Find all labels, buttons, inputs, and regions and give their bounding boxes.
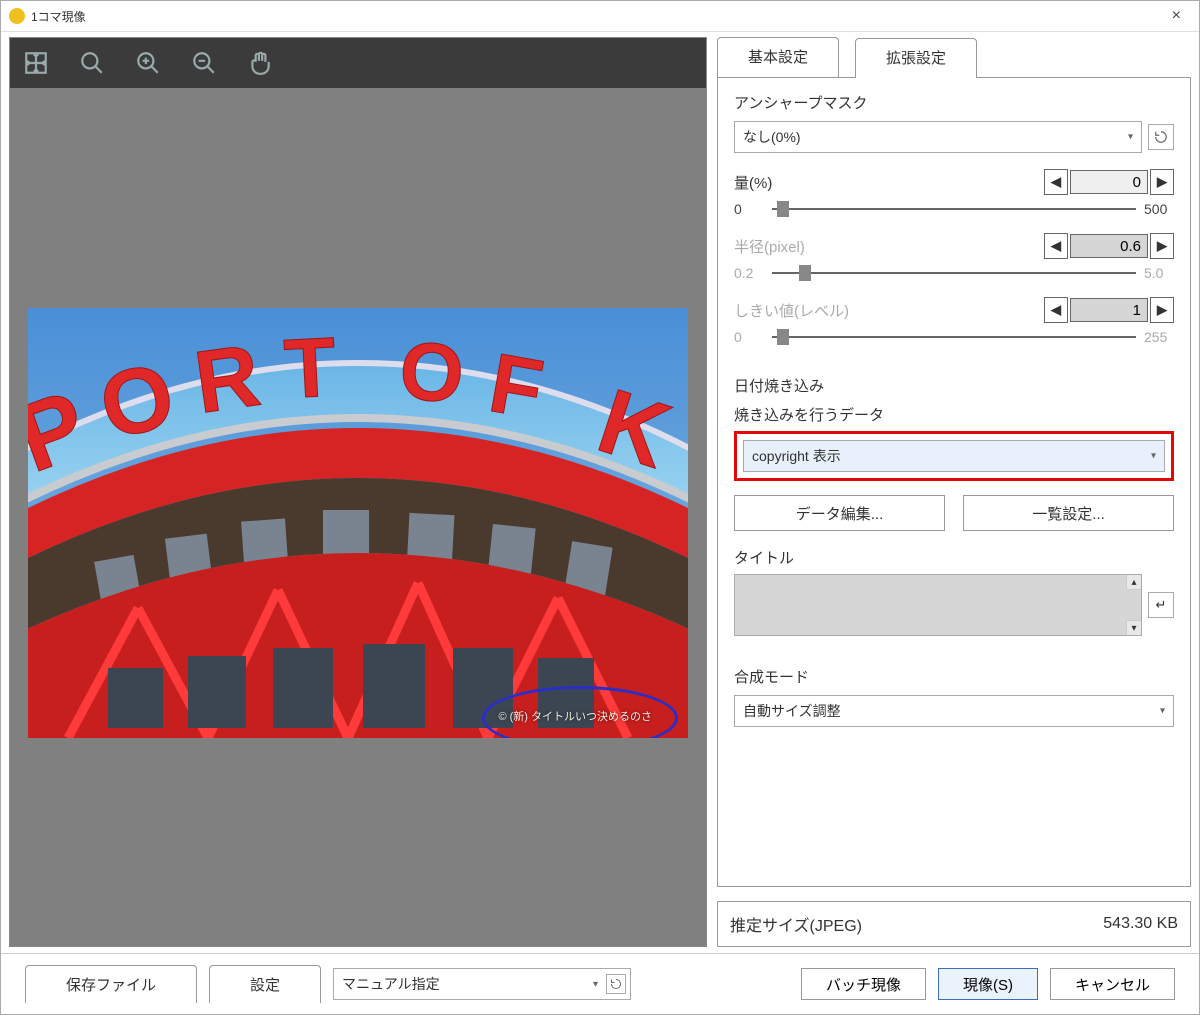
preview-pane: P O R T O F K © (新) タイトルいつ決めるのさ: [9, 37, 707, 947]
threshold-slider[interactable]: [772, 329, 1136, 345]
burnin-dropdown-highlight: copyright 表示 ▾: [734, 431, 1174, 481]
burnin-data-dropdown[interactable]: copyright 表示 ▾: [743, 440, 1165, 472]
radius-inc[interactable]: ▶: [1150, 233, 1174, 259]
amount-min: 0: [734, 201, 764, 217]
estimate-label: 推定サイズ(JPEG): [730, 912, 862, 936]
amount-max: 500: [1144, 201, 1174, 217]
composite-label: 合成モード: [734, 666, 1174, 687]
data-edit-button[interactable]: データ編集...: [734, 495, 945, 531]
preview-viewport[interactable]: P O R T O F K © (新) タイトルいつ決めるのさ: [10, 88, 706, 946]
zoom-out-icon[interactable]: [190, 49, 218, 77]
copyright-overlay: © (新) タイトルいつ決めるのさ: [498, 708, 652, 724]
radius-label: 半径(pixel): [734, 236, 944, 257]
zoom-icon[interactable]: [78, 49, 106, 77]
app-icon: [9, 8, 25, 24]
chevron-down-icon: ▾: [593, 979, 598, 990]
amount-inc[interactable]: ▶: [1150, 169, 1174, 195]
burnin-title-label: タイトル: [734, 547, 1174, 568]
estimate-value: 543.30 KB: [1103, 915, 1178, 933]
burnin-data-label: 焼き込みを行うデータ: [734, 404, 1174, 425]
list-settings-button[interactable]: 一覧設定...: [963, 495, 1174, 531]
manual-reset-button[interactable]: [606, 974, 626, 994]
develop-button[interactable]: 現像(S): [938, 968, 1038, 1000]
amount-label: 量(%): [734, 172, 944, 193]
threshold-input[interactable]: [1070, 298, 1148, 322]
radius-input[interactable]: [1070, 234, 1148, 258]
titlebar: 1コマ現像 ×: [1, 1, 1199, 32]
chevron-down-icon: ▾: [1128, 132, 1133, 143]
preview-image: P O R T O F K © (新) タイトルいつ決めるのさ: [28, 308, 688, 738]
threshold-inc[interactable]: ▶: [1150, 297, 1174, 323]
radius-slider[interactable]: [772, 265, 1136, 281]
unsharp-preset-dropdown[interactable]: なし(0%) ▾: [734, 121, 1142, 153]
amount-dec[interactable]: ◀: [1044, 169, 1068, 195]
settings-tab[interactable]: 設定: [209, 965, 321, 1003]
scroll-up-icon[interactable]: ▴: [1126, 575, 1141, 590]
fit-icon[interactable]: [22, 49, 50, 77]
tab-advanced[interactable]: 拡張設定: [855, 38, 977, 78]
estimate-row: 推定サイズ(JPEG) 543.30 KB: [717, 901, 1191, 947]
batch-button[interactable]: バッチ現像: [801, 968, 926, 1000]
burnin-data-value: copyright 表示: [752, 446, 841, 466]
bottom-bar: 保存ファイル 設定 マニュアル指定 ▾ バッチ現像 現像(S) キャンセル: [1, 953, 1199, 1014]
pan-icon[interactable]: [246, 49, 274, 77]
radius-max: 5.0: [1144, 265, 1174, 281]
svg-text:O: O: [397, 325, 467, 420]
save-file-tab[interactable]: 保存ファイル: [25, 965, 197, 1003]
preview-toolbar: [10, 38, 706, 88]
unsharp-preset-value: なし(0%): [743, 127, 801, 147]
composite-dropdown[interactable]: 自動サイズ調整 ▾: [734, 695, 1174, 727]
svg-text:T: T: [282, 319, 338, 416]
close-button[interactable]: ×: [1162, 7, 1191, 25]
app-window: 1コマ現像 ×: [0, 0, 1200, 1015]
radius-min: 0.2: [734, 265, 764, 281]
chevron-down-icon: ▾: [1151, 451, 1156, 462]
cancel-button[interactable]: キャンセル: [1050, 968, 1175, 1000]
zoom-in-icon[interactable]: [134, 49, 162, 77]
manual-dropdown[interactable]: マニュアル指定 ▾: [333, 968, 631, 1000]
burnin-group-title: 日付焼き込み: [734, 375, 1174, 396]
right-panel: 基本設定 拡張設定 アンシャープマスク なし(0%) ▾: [717, 37, 1191, 947]
amount-slider[interactable]: [772, 201, 1136, 217]
unsharp-group-title: アンシャープマスク: [734, 92, 1174, 113]
threshold-min: 0: [734, 329, 764, 345]
threshold-label: しきい値(レベル): [734, 300, 944, 321]
tab-basic[interactable]: 基本設定: [717, 37, 839, 77]
threshold-dec[interactable]: ◀: [1044, 297, 1068, 323]
manual-value: マニュアル指定: [342, 974, 440, 994]
threshold-max: 255: [1144, 329, 1174, 345]
composite-value: 自動サイズ調整: [743, 701, 841, 721]
amount-input[interactable]: [1070, 170, 1148, 194]
window-title: 1コマ現像: [31, 8, 86, 25]
unsharp-reset-button[interactable]: [1148, 124, 1174, 150]
title-enter-button[interactable]: ↵: [1148, 592, 1174, 618]
radius-dec[interactable]: ◀: [1044, 233, 1068, 259]
burnin-title-textarea[interactable]: ▴ ▾: [734, 574, 1142, 636]
chevron-down-icon: ▾: [1160, 706, 1165, 717]
scroll-down-icon[interactable]: ▾: [1126, 620, 1141, 635]
